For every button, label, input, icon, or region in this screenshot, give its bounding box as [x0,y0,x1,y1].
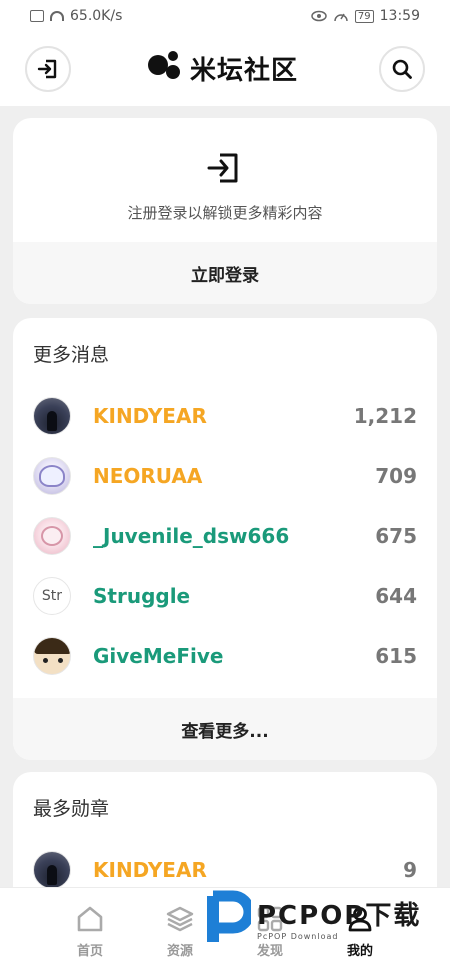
username: GiveMeFive [93,644,224,668]
login-entry-button[interactable] [25,46,71,92]
list-item[interactable]: NEORUAA 709 [13,448,437,504]
watermark-logo-icon [207,890,251,942]
app-header: 米坛社区 [0,32,450,106]
view-more-button[interactable]: 查看更多... [13,698,437,760]
status-bar: 65.0K/s 79 13:59 [0,0,450,32]
login-button[interactable]: 立即登录 [13,242,437,304]
avatar [33,517,71,555]
tab-label: 资源 [166,944,193,959]
network-speed: 65.0K/s [70,8,123,24]
tab-resources[interactable]: 资源 [150,904,210,966]
watermark-text: PCPOP下载 [257,901,422,931]
username: NEORUAA [93,464,203,488]
battery-indicator: 79 [354,9,374,23]
list-item[interactable]: KINDYEAR 1,212 [13,388,437,444]
avatar [33,397,71,435]
list-item[interactable]: _Juvenile_dsw666 675 [13,508,437,564]
login-hint: 注册登录以解锁更多精彩内容 [127,204,323,222]
home-icon [77,906,103,932]
user-count: 675 [375,524,417,548]
sign-in-icon [207,153,238,183]
app-title: 米坛社区 [190,56,299,86]
avatar [33,851,71,889]
login-card: 注册登录以解锁更多精彩内容 立即登录 [13,118,437,304]
tab-home[interactable]: 首页 [60,904,120,966]
brand: 米坛社区 [146,50,298,87]
username: KINDYEAR [93,404,207,428]
section-title: 更多消息 [33,344,110,366]
avatar [33,457,71,495]
list-item[interactable]: Str Struggle 644 [13,568,437,624]
brand-logo-icon [146,50,182,87]
clock: 13:59 [379,8,420,24]
username: _Juvenile_dsw666 [93,524,290,548]
speedometer-icon [334,13,348,22]
user-count: 1,212 [353,404,417,428]
search-icon [392,59,412,79]
user-count: 709 [375,464,417,488]
layers-icon [166,906,194,932]
avatar [33,637,71,675]
sim-icon [30,10,44,22]
list-item[interactable]: GiveMeFive 615 [13,628,437,684]
watermark-subtext: PcPOP Download [257,932,339,941]
user-count: 9 [403,858,417,882]
search-button[interactable] [379,46,425,92]
username: KINDYEAR [93,858,207,882]
user-count: 615 [375,644,417,668]
sign-in-icon [37,59,57,79]
username: Struggle [93,584,191,608]
section-title: 最多勋章 [33,798,110,820]
user-count: 644 [375,584,417,608]
news-card: 更多消息 KINDYEAR 1,212 NEORUAA 709 _Juvenil… [13,318,437,760]
wifi-icon [50,11,64,21]
avatar: Str [33,577,71,615]
watermark: PCPOP下载 PcPOP Download [205,890,421,946]
tab-label: 首页 [76,944,103,959]
eye-icon [311,10,327,22]
